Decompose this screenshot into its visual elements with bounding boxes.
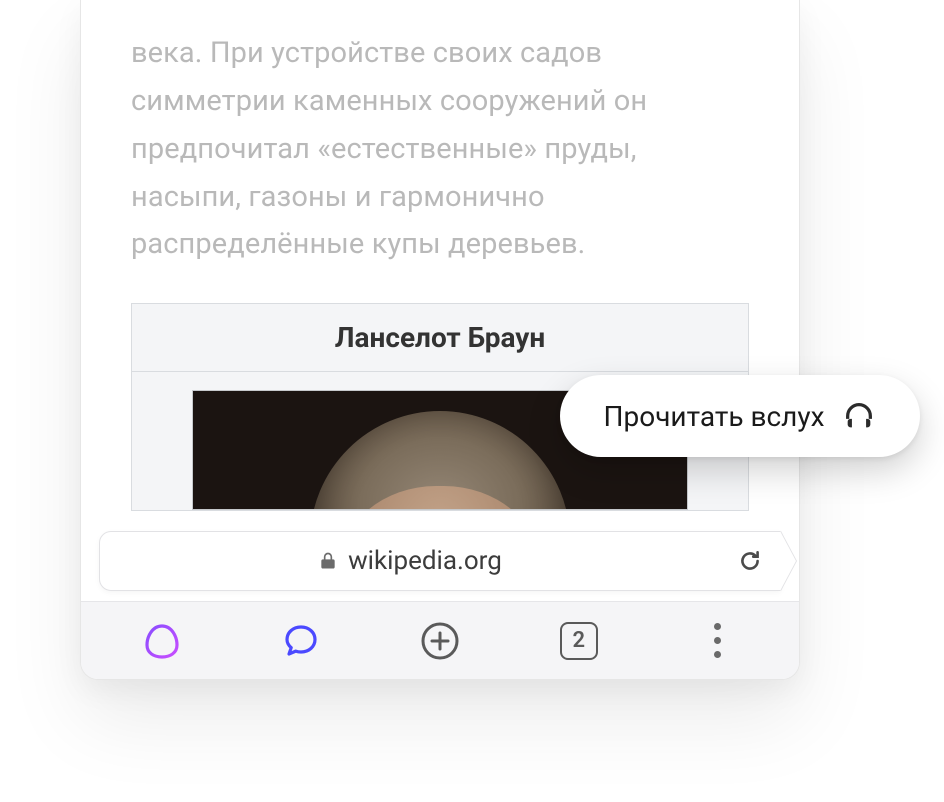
infobox-title: Ланселот Браун [132, 304, 748, 372]
address-bar-domain: wikipedia.org [348, 546, 502, 576]
headphones-icon [842, 399, 876, 433]
lock-icon [318, 551, 338, 571]
article-paragraph: века. При устройстве своих садов симметр… [131, 0, 749, 269]
read-aloud-label: Прочитать вслух [604, 400, 825, 433]
address-bar-center[interactable]: wikipedia.org [100, 546, 720, 576]
reload-button[interactable] [720, 548, 780, 574]
plus-circle-icon [419, 620, 461, 662]
kebab-menu-icon [714, 623, 721, 658]
alice-icon [142, 621, 182, 661]
alice-button[interactable] [130, 613, 194, 669]
tabs-count-badge: 2 [560, 622, 598, 660]
read-aloud-button[interactable]: Прочитать вслух [560, 375, 920, 457]
tabs-button[interactable]: 2 [547, 613, 611, 669]
browser-window: века. При устройстве своих садов симметр… [80, 0, 800, 680]
reload-icon [737, 548, 763, 574]
new-tab-button[interactable] [408, 613, 472, 669]
address-bar[interactable]: wikipedia.org [99, 531, 781, 591]
bottom-toolbar: 2 [81, 601, 799, 679]
menu-button[interactable] [686, 613, 750, 669]
chat-icon [281, 621, 321, 661]
chat-button[interactable] [269, 613, 333, 669]
